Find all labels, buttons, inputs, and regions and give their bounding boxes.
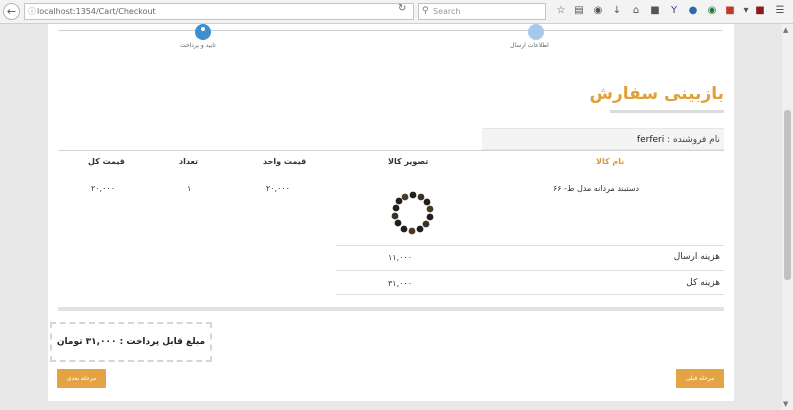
info-icon[interactable]: ⓘ bbox=[28, 4, 36, 19]
extension-red-icon[interactable]: ■ bbox=[724, 5, 736, 17]
home-icon[interactable]: ⌂ bbox=[630, 5, 642, 17]
next-step-button[interactable]: مرحله بعدی bbox=[57, 369, 106, 388]
reading-list-icon[interactable]: ▤ bbox=[573, 5, 585, 17]
addon-icon[interactable]: ■ bbox=[754, 5, 766, 17]
total-price: ۲۰,۰۰۰ bbox=[91, 184, 116, 193]
progress-line bbox=[58, 30, 722, 31]
step-label-payment: تایید و پرداخت bbox=[180, 42, 216, 49]
quantity: ۱ bbox=[187, 184, 192, 193]
url-text: localhost:1354/Cart/Checkout bbox=[37, 7, 156, 16]
step-dot-active bbox=[195, 24, 211, 40]
header-product-name: نام کالا bbox=[596, 157, 625, 166]
summary-divider bbox=[336, 270, 724, 271]
search-icon: ⚲ bbox=[422, 6, 429, 16]
table-top-border bbox=[58, 150, 724, 151]
yahoo-icon[interactable]: Y bbox=[668, 5, 680, 17]
overflow-chevron-icon[interactable]: ▾ bbox=[740, 5, 752, 17]
checkout-page: تایید و پرداخت اطلاعات ارسال بازبینی سفا… bbox=[48, 24, 734, 401]
product-image bbox=[391, 191, 434, 235]
seller-label: نام فروشنده : bbox=[667, 135, 720, 145]
scroll-up-icon[interactable]: ▲ bbox=[783, 26, 788, 34]
bookmark-star-icon[interactable]: ☆ bbox=[555, 5, 567, 17]
back-icon[interactable]: ← bbox=[3, 3, 20, 20]
previous-step-button[interactable]: مرحله قبلی bbox=[676, 369, 724, 388]
step-label-shipping: اطلاعات ارسال bbox=[510, 42, 549, 49]
search-placeholder: Search bbox=[433, 7, 461, 16]
browser-toolbar: ← ⓘ localhost:1354/Cart/Checkout ↻ ⚲ Sea… bbox=[0, 0, 793, 24]
section-separator bbox=[58, 307, 724, 311]
product-name[interactable]: دستبند مردانه مدل ط- ۶۶ bbox=[553, 184, 639, 193]
menu-icon[interactable]: ☰ bbox=[774, 5, 786, 17]
extension-blue-icon[interactable]: ■ bbox=[649, 5, 661, 17]
unit-price: ۲۰,۰۰۰ bbox=[266, 184, 291, 193]
header-unit-price: قیمت واحد bbox=[263, 157, 307, 166]
title-underline bbox=[610, 110, 724, 113]
globe-icon[interactable]: ● bbox=[687, 5, 699, 17]
seller-name: ferferi bbox=[636, 135, 665, 145]
search-input[interactable]: ⚲ Search bbox=[418, 3, 546, 20]
header-quantity: تعداد bbox=[179, 157, 198, 166]
extension-green-icon[interactable]: ◉ bbox=[706, 5, 718, 17]
shipping-label: هزینه ارسال bbox=[673, 252, 720, 262]
scroll-down-icon[interactable]: ▼ bbox=[783, 400, 788, 408]
header-total-price: قیمت کل bbox=[88, 157, 125, 166]
reload-icon[interactable]: ↻ bbox=[398, 3, 406, 14]
summary-divider bbox=[336, 245, 724, 246]
header-product-image: تصویر کالا bbox=[388, 157, 429, 166]
url-bar[interactable]: ⓘ localhost:1354/Cart/Checkout bbox=[24, 3, 414, 20]
total-cost-label: هزینه کل bbox=[686, 278, 720, 288]
download-icon[interactable]: ↓ bbox=[611, 5, 623, 17]
step-dot-done bbox=[528, 24, 544, 40]
seller-row: نام فروشنده : ferferi bbox=[482, 128, 724, 150]
shipping-value: ۱۱,۰۰۰ bbox=[388, 253, 413, 262]
pocket-icon[interactable]: ◉ bbox=[592, 5, 604, 17]
payable-amount: مبلغ قابل پرداخت : ۳۱,۰۰۰ تومان bbox=[50, 322, 212, 362]
section-title: بازبینی سفارش bbox=[589, 84, 724, 104]
scrollbar-thumb[interactable] bbox=[784, 110, 791, 280]
summary-divider bbox=[336, 294, 724, 295]
total-cost-value: ۳۱,۰۰۰ bbox=[388, 279, 413, 288]
